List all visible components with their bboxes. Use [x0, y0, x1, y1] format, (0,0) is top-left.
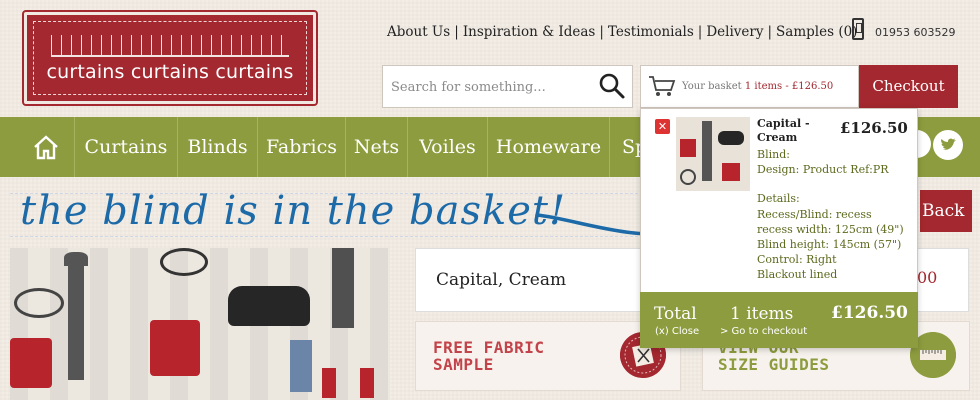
basket-item-price: £126.50 — [840, 119, 908, 137]
nav-item-blinds[interactable]: Blinds — [178, 117, 258, 177]
fabric-motif-bus — [150, 320, 200, 376]
search-icon[interactable] — [598, 72, 626, 100]
phone-number: 01953 603529 — [875, 26, 956, 39]
fabric-motif-bicycle — [160, 248, 208, 276]
logo-ruler — [51, 33, 289, 57]
logo-text: curtains curtains curtains — [46, 61, 294, 83]
basket-item-design: Design: Product Ref:PR — [757, 163, 889, 176]
fabric-motif-bus — [10, 338, 52, 388]
nav-link-samples[interactable]: Samples (0) — [776, 24, 857, 40]
detail-line: Recess/Blind: recess — [757, 208, 872, 221]
phone-icon — [852, 18, 864, 40]
nav-link-delivery[interactable]: Delivery — [706, 24, 763, 40]
basket-item-thumbnail[interactable] — [676, 117, 750, 191]
remove-item-button[interactable]: ✕ — [655, 119, 670, 134]
twitter-icon[interactable] — [933, 130, 963, 160]
cart-icon — [649, 76, 676, 96]
footer-total-label: Total — [654, 304, 697, 324]
search-input[interactable] — [391, 76, 591, 98]
top-nav: About Us | Inspiration & Ideas | Testimo… — [387, 24, 857, 40]
basket-item-type: Blind: — [757, 148, 790, 161]
basket-summary: Your basket 1 items - £126.50 — [682, 81, 833, 92]
basket-label: Your basket — [682, 81, 742, 92]
free-sample-line: FREE FABRIC — [433, 338, 545, 357]
size-guides-line: SIZE GUIDES — [718, 355, 830, 374]
thumb-motif-tower — [702, 121, 712, 181]
fabric-motif-bicycle — [14, 288, 64, 318]
annotation-text: the blind is in the basket! — [20, 188, 567, 234]
nav-link-about-us[interactable]: About Us — [387, 24, 450, 40]
nav-item-nets[interactable]: Nets — [346, 117, 408, 177]
fabric-motif-sentry-box — [290, 340, 312, 392]
fabric-motif-taxi — [228, 286, 310, 326]
thumb-motif-bus — [722, 163, 740, 181]
search-box — [382, 65, 633, 108]
fabric-motif-tower — [68, 260, 84, 380]
basket-item-name[interactable]: Capital - Cream — [757, 117, 833, 145]
site-logo[interactable]: curtains curtains curtains — [22, 10, 318, 106]
basket-count-price: 1 items - £126.50 — [744, 81, 834, 92]
fabric-motif-guard — [322, 368, 336, 398]
basket-item-details-heading: Details: — [757, 192, 800, 205]
basket-item-details: Recess/Blind: recess recess width: 125cm… — [757, 207, 912, 282]
nav-separator: | — [767, 24, 773, 40]
free-sample-line: SAMPLE — [433, 355, 494, 374]
logo-ruler-ticks — [51, 35, 289, 55]
thumb-motif-bus — [680, 139, 696, 157]
detail-line: Control: Right — [757, 253, 837, 266]
nav-item-voiles[interactable]: Voiles — [408, 117, 488, 177]
free-sample-text: FREE FABRIC SAMPLE — [433, 339, 544, 373]
nav-separator: | — [599, 24, 604, 40]
product-price-partial: 00 — [917, 268, 938, 287]
nav-link-inspiration[interactable]: Inspiration & Ideas — [463, 24, 596, 40]
detail-line: Blind height: 145cm (57") — [757, 238, 902, 251]
nav-item-fabrics[interactable]: Fabrics — [258, 117, 346, 177]
nav-item-curtains[interactable]: Curtains — [75, 117, 178, 177]
back-button[interactable]: Back — [920, 190, 972, 232]
checkout-button[interactable]: Checkout — [859, 65, 958, 108]
product-image — [10, 248, 390, 400]
home-icon[interactable] — [33, 134, 59, 160]
nav-item-homeware[interactable]: Homeware — [488, 117, 610, 177]
footer-total-price: £126.50 — [831, 303, 908, 323]
go-to-checkout-link[interactable]: > Go to checkout — [720, 326, 807, 337]
product-title: Capital, Cream — [436, 270, 567, 290]
fabric-motif-tower-top — [64, 252, 88, 266]
thumb-motif-taxi — [718, 131, 744, 145]
fabric-motif-tower — [332, 248, 354, 328]
nav-separator: | — [697, 24, 703, 40]
nav-separator: | — [454, 24, 459, 40]
close-basket-link[interactable]: (x) Close — [655, 326, 699, 337]
footer-item-count: 1 items — [730, 304, 794, 324]
fabric-motif-guard — [360, 368, 374, 398]
detail-line: Blackout lined — [757, 268, 838, 281]
thumb-motif-bicycle — [680, 169, 696, 185]
basket-item-info: Blind: Design: Product Ref:PR — [757, 147, 907, 177]
nav-link-testimonials[interactable]: Testimonials — [608, 24, 694, 40]
detail-line: recess width: 125cm (49") — [757, 223, 904, 236]
